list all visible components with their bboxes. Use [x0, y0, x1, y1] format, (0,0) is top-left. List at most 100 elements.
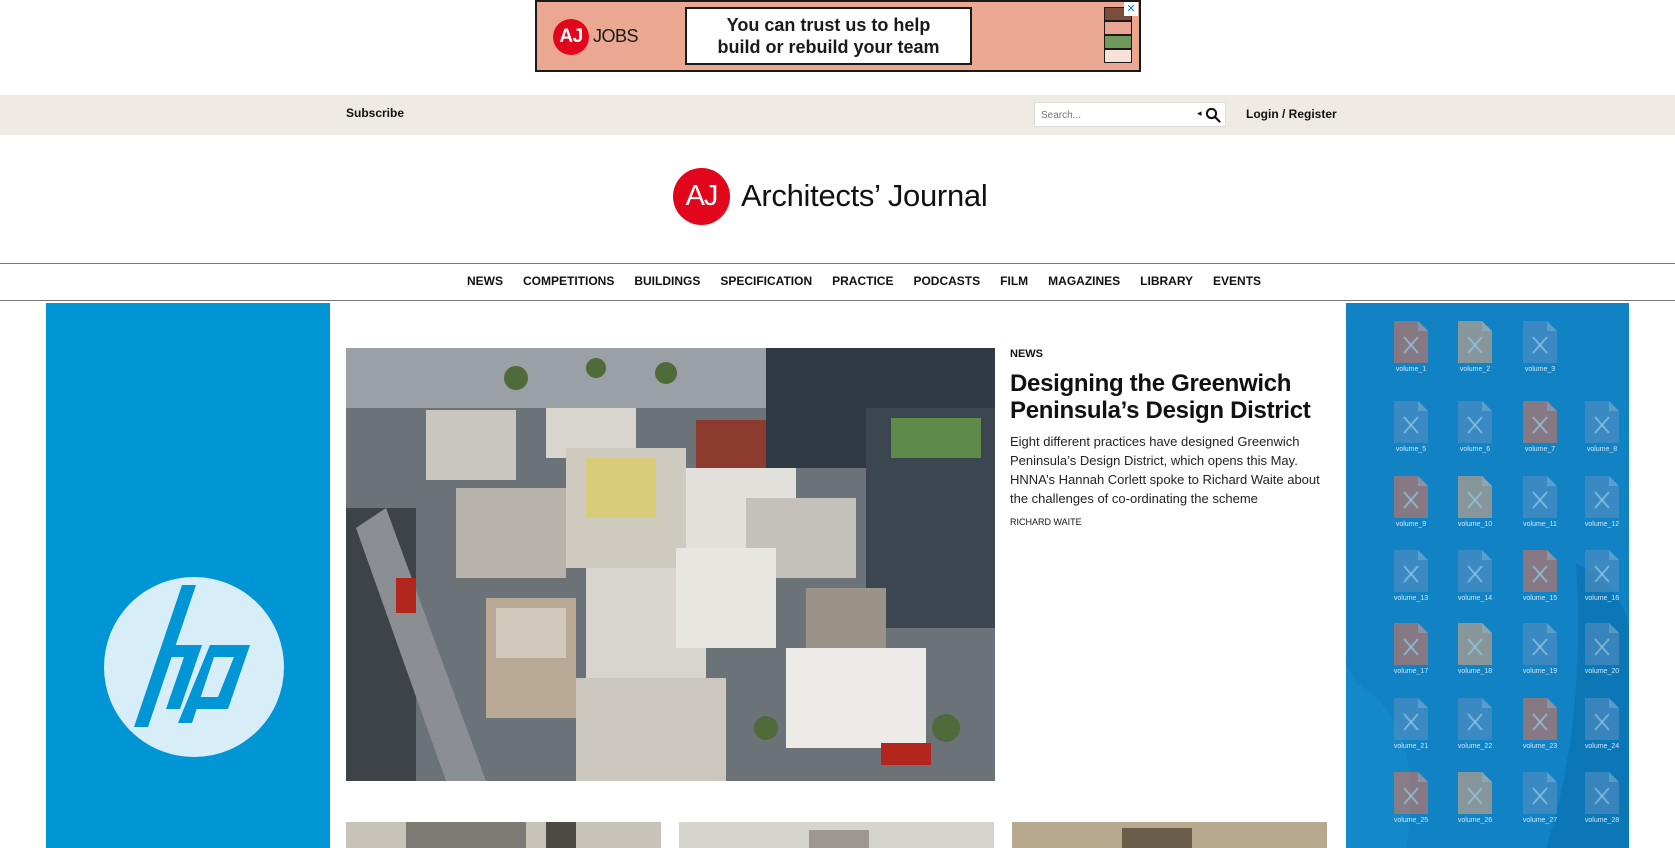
- nav-item-competitions[interactable]: COMPETITIONS: [523, 274, 614, 288]
- nav-item-news[interactable]: NEWS: [467, 274, 503, 288]
- document-icon: [1458, 401, 1492, 443]
- volume-tile[interactable]: volume_27: [1507, 762, 1567, 830]
- volume-tile[interactable]: volume_7: [1507, 391, 1567, 459]
- volume-tile[interactable]: volume_11: [1507, 466, 1567, 534]
- volume-label: volume_5: [1395, 446, 1427, 453]
- document-icon: [1458, 623, 1492, 665]
- nav-item-specification[interactable]: SPECIFICATION: [720, 274, 812, 288]
- volume-tile[interactable]: volume_16: [1569, 540, 1629, 608]
- volume-tile[interactable]: volume_15: [1507, 540, 1567, 608]
- volume-tile[interactable]: volume_14: [1442, 540, 1502, 608]
- story-thumbnail-2[interactable]: [679, 822, 994, 848]
- volume-label: volume_9: [1395, 521, 1427, 528]
- login-register-link[interactable]: Login / Register: [1246, 107, 1337, 121]
- volume-tile[interactable]: volume_20: [1569, 613, 1629, 681]
- thumbnail-1-image: [346, 822, 661, 848]
- nav-item-library[interactable]: LIBRARY: [1140, 274, 1193, 288]
- thumbnail-2-image: [679, 822, 994, 848]
- volume-tile[interactable]: volume_2: [1442, 311, 1502, 379]
- nav-item-practice[interactable]: PRACTICE: [832, 274, 893, 288]
- document-icon: [1585, 772, 1619, 814]
- document-icon: [1394, 772, 1428, 814]
- volume-tile[interactable]: volume_9: [1378, 466, 1438, 534]
- document-icon: [1394, 401, 1428, 443]
- main-nav: NEWS COMPETITIONS BUILDINGS SPECIFICATION PR…: [0, 263, 1675, 301]
- volume-label: volume_20: [1584, 668, 1620, 675]
- site-logo[interactable]: AJ Architects’ Journal: [673, 168, 1003, 226]
- search-box: ◂: [1034, 102, 1226, 127]
- ad-stack-stripe: [1104, 49, 1132, 63]
- aj-logo-mark: AJ: [673, 168, 730, 225]
- volume-tile[interactable]: volume_1: [1378, 311, 1438, 379]
- volume-tile[interactable]: volume_3: [1507, 311, 1567, 379]
- volume-tile[interactable]: volume_10: [1442, 466, 1502, 534]
- volume-tile[interactable]: volume_8: [1569, 391, 1629, 459]
- document-icon: [1394, 476, 1428, 518]
- volume-tile[interactable]: volume_17: [1378, 613, 1438, 681]
- story-thumbnail-3[interactable]: [1012, 822, 1327, 848]
- document-icon: [1394, 550, 1428, 592]
- search-input[interactable]: [1041, 107, 1191, 123]
- ad-close-icon[interactable]: ✕: [1124, 2, 1138, 16]
- volume-tile[interactable]: volume_26: [1442, 762, 1502, 830]
- volume-label: volume_21: [1393, 743, 1429, 750]
- volume-label: volume_12: [1584, 521, 1620, 528]
- document-icon: [1585, 623, 1619, 665]
- ad-message-line-2: build or rebuild your team: [717, 37, 940, 57]
- lead-story-author[interactable]: RICHARD WAITE: [1010, 517, 1082, 527]
- document-icon: [1585, 550, 1619, 592]
- jobs-ad-banner[interactable]: AJ JOBS You can trust us to help build o…: [535, 0, 1141, 72]
- thumbnail-3-image: [1012, 822, 1327, 848]
- nav-item-buildings[interactable]: BUILDINGS: [634, 274, 700, 288]
- lead-story-image[interactable]: [346, 348, 995, 781]
- volume-label: volume_3: [1524, 366, 1556, 373]
- nav-item-podcasts[interactable]: PODCASTS: [913, 274, 980, 288]
- volume-label: volume_11: [1523, 521, 1557, 528]
- volume-label: volume_26: [1457, 817, 1493, 824]
- document-icon: [1585, 698, 1619, 740]
- volume-tile[interactable]: volume_19: [1507, 613, 1567, 681]
- volume-tile[interactable]: volume_5: [1378, 391, 1438, 459]
- volume-tile[interactable]: volume_21: [1378, 688, 1438, 756]
- volume-tile[interactable]: volume_23: [1507, 688, 1567, 756]
- document-icon: [1523, 321, 1557, 363]
- story-thumbnail-1[interactable]: [346, 822, 661, 848]
- volume-tile[interactable]: volume_18: [1442, 613, 1502, 681]
- document-icon: [1523, 550, 1557, 592]
- volume-label: volume_15: [1522, 595, 1558, 602]
- volume-label: volume_14: [1457, 595, 1493, 602]
- volume-tile[interactable]: volume_22: [1442, 688, 1502, 756]
- volume-label: volume_25: [1393, 817, 1429, 824]
- volume-tile[interactable]: volume_24: [1569, 688, 1629, 756]
- volume-label: volume_23: [1522, 743, 1558, 750]
- nav-item-magazines[interactable]: MAGAZINES: [1048, 274, 1120, 288]
- lead-image-illustration: [346, 348, 995, 781]
- document-icon: [1523, 772, 1557, 814]
- volume-label: volume_13: [1393, 595, 1429, 602]
- hp-logo-icon: [104, 577, 284, 757]
- volume-tile[interactable]: volume_28: [1569, 762, 1629, 830]
- document-icon: [1458, 550, 1492, 592]
- volume-label: volume_19: [1522, 668, 1558, 675]
- nav-list: NEWS COMPETITIONS BUILDINGS SPECIFICATION PR…: [467, 274, 1281, 288]
- ad-message-line-1: You can trust us to help: [726, 15, 931, 35]
- subscribe-link[interactable]: Subscribe: [346, 106, 404, 120]
- nav-item-film[interactable]: FILM: [1000, 274, 1028, 288]
- volume-tile[interactable]: volume_12: [1569, 466, 1629, 534]
- volumes-ad[interactable]: volume_1 volume_2 volume_3 volume_5 volume_6…: [1346, 303, 1629, 848]
- utility-bar: Subscribe ◂ Login / Register: [0, 95, 1675, 135]
- volume-tile[interactable]: volume_25: [1378, 762, 1438, 830]
- lead-story-headline[interactable]: Designing the Greenwich Peninsula’s Desi…: [1010, 370, 1330, 424]
- document-icon: [1394, 698, 1428, 740]
- ad-stack-stripe: [1104, 21, 1132, 35]
- document-icon: [1458, 476, 1492, 518]
- document-icon: [1523, 476, 1557, 518]
- volume-tile[interactable]: volume_13: [1378, 540, 1438, 608]
- document-icon: [1523, 698, 1557, 740]
- search-icon[interactable]: [1205, 107, 1221, 123]
- hp-ad[interactable]: [46, 303, 330, 848]
- volume-label: volume_8: [1586, 446, 1618, 453]
- volume-tile[interactable]: volume_6: [1442, 391, 1502, 459]
- nav-item-events[interactable]: EVENTS: [1213, 274, 1261, 288]
- lead-story-category[interactable]: NEWS: [1010, 348, 1043, 360]
